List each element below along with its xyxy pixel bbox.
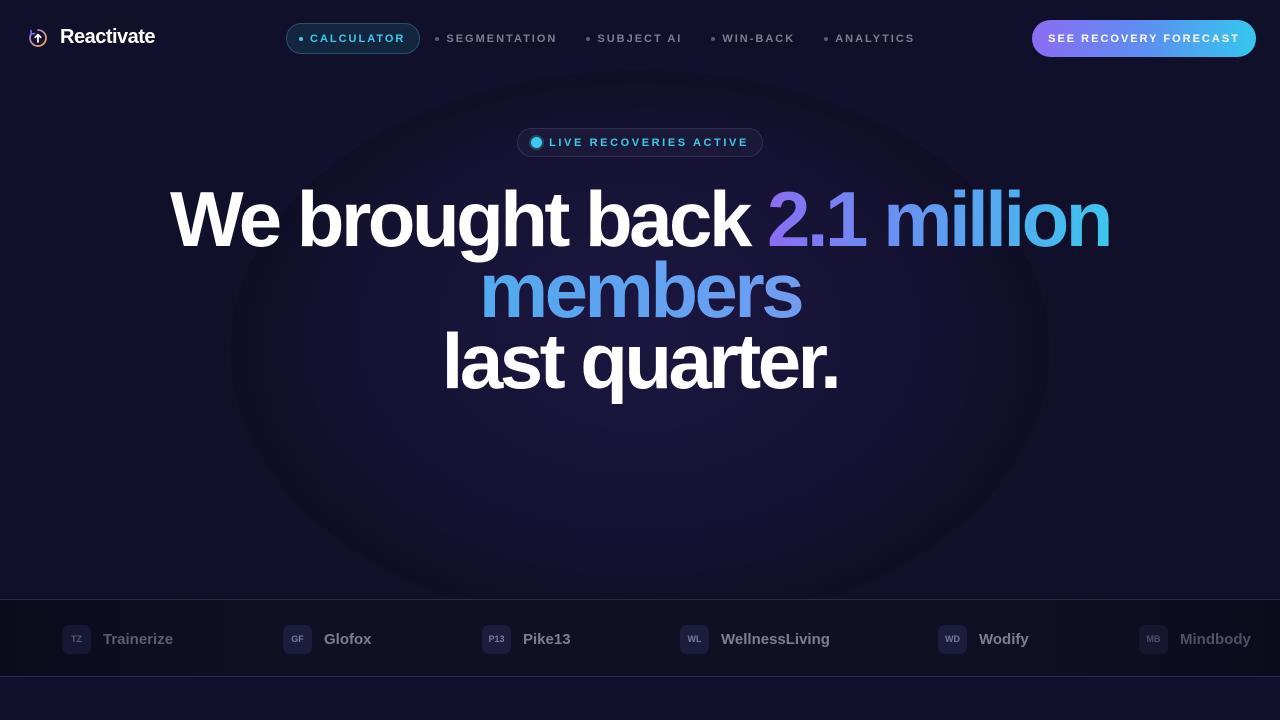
- nav-tab-label: CALCULATOR: [310, 32, 406, 45]
- partner-logo-strip: TZ Trainerize GF Glofox P13 Pike13 WL We…: [0, 599, 1280, 677]
- nav-tab-analytics[interactable]: ANALYTICS: [812, 23, 929, 54]
- partner-logo-mindbody: MB Mindbody: [1139, 624, 1251, 654]
- partner-monogram: GF: [283, 624, 312, 654]
- partner-monogram: MB: [1139, 624, 1168, 654]
- top-header: Reactivate CALCULATOR SEGMENTATION SUBJE…: [0, 0, 1280, 76]
- nav-dot-icon: [711, 36, 716, 41]
- partner-monogram: TZ: [62, 624, 91, 654]
- nav-dot-icon: [435, 36, 440, 41]
- headline-line-3: last quarter.: [441, 317, 842, 405]
- nav-tab-win-back[interactable]: WIN-BACK: [699, 23, 809, 54]
- nav-tab-label: SUBJECT AI: [597, 32, 683, 45]
- nav-tab-label: SEGMENTATION: [446, 32, 558, 45]
- logo-refresh-arrow-icon: [29, 28, 47, 47]
- brand-name: Reactivate: [60, 26, 156, 48]
- live-status-badge: LIVE RECOVERIES ACTIVE: [517, 128, 763, 157]
- main-nav: CALCULATOR SEGMENTATION SUBJECT AI WIN-B…: [286, 23, 932, 54]
- headline-line-1: We brought back 2.1 million: [0, 180, 1280, 258]
- partner-logo-wodify: WD Wodify: [938, 624, 1029, 654]
- nav-tab-calculator[interactable]: CALCULATOR: [286, 23, 421, 54]
- partner-name: Trainerize: [103, 630, 174, 648]
- partner-name: Pike13: [523, 630, 571, 648]
- live-pulse-icon: [531, 137, 543, 148]
- badge-label: LIVE RECOVERIES ACTIVE: [549, 136, 749, 149]
- partner-logo-glofox: GF Glofox: [283, 624, 372, 654]
- headline-highlight-number: 2.1 million: [767, 175, 1113, 263]
- nav-tab-label: WIN-BACK: [722, 32, 796, 45]
- partner-monogram: WL: [680, 624, 709, 654]
- hero-headline: We brought back 2.1 million members last…: [0, 180, 1280, 405]
- nav-tab-subject-ai[interactable]: SUBJECT AI: [574, 23, 696, 54]
- partner-monogram: P13: [482, 624, 511, 654]
- nav-tab-segmentation[interactable]: SEGMENTATION: [423, 23, 571, 54]
- nav-tab-label: ANALYTICS: [835, 32, 916, 45]
- partner-logo-wellnessliving: WL WellnessLiving: [680, 624, 830, 654]
- partner-logo-pike13: P13 Pike13: [482, 624, 571, 654]
- partner-name: WellnessLiving: [721, 630, 830, 648]
- nav-dot-icon: [299, 36, 303, 41]
- nav-dot-icon: [824, 36, 829, 41]
- partner-monogram: WD: [938, 624, 967, 654]
- nav-dot-icon: [586, 36, 591, 41]
- partner-name: Wodify: [979, 630, 1029, 648]
- see-recovery-forecast-button[interactable]: SEE RECOVERY FORECAST: [1032, 20, 1256, 57]
- brand-logo[interactable]: Reactivate: [28, 26, 156, 49]
- headline-highlight-members: members: [0, 251, 1280, 329]
- partner-name: Glofox: [324, 630, 372, 648]
- partner-name: Mindbody: [1180, 630, 1251, 648]
- partner-logo-trainerize: TZ Trainerize: [62, 624, 173, 654]
